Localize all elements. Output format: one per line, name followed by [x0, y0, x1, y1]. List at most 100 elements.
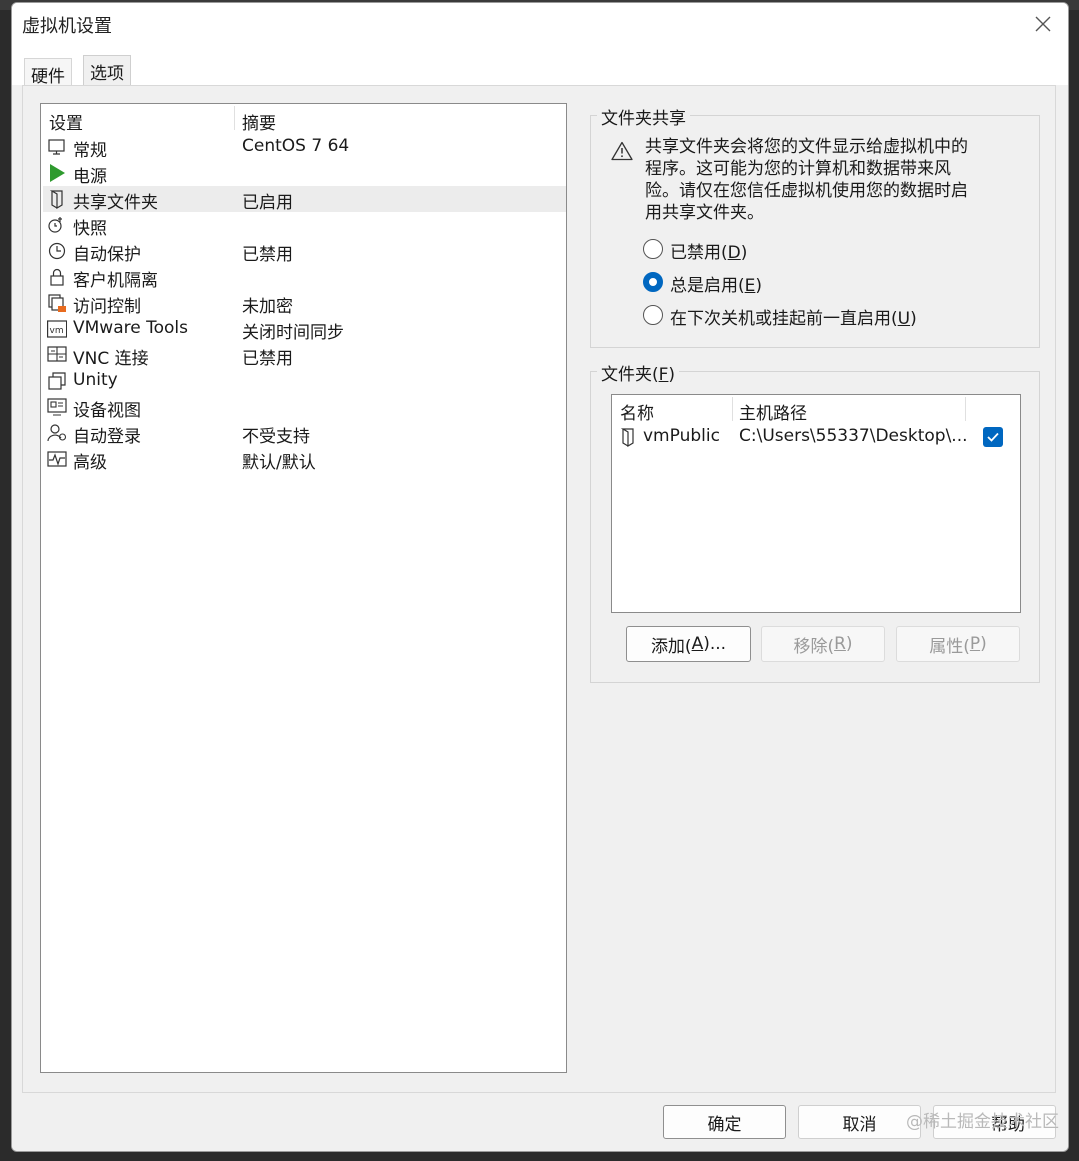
vnc-icon	[47, 346, 67, 362]
cancel-label: 取消	[842, 1114, 877, 1135]
folder-enabled-checkbox[interactable]	[983, 427, 1003, 447]
mnemonic-key: P	[969, 634, 981, 654]
setting-summary: 默认/默认	[242, 453, 316, 473]
button-suffix: )	[980, 634, 987, 654]
settings-row-device-view[interactable]: 设备视图	[43, 394, 566, 421]
setting-name: 共享文件夹	[73, 193, 158, 213]
column-header-setting: 设置	[49, 114, 83, 134]
list-header: 设置 摘要	[41, 104, 566, 134]
settings-list[interactable]: 设置 摘要 常规 CentOS 7 64 电源 共享文件夹 已启用 快照 自动保…	[40, 103, 567, 1073]
button-text: 添加(	[650, 636, 692, 657]
column-divider	[234, 106, 235, 130]
radio-button	[643, 305, 663, 325]
lock-icon	[50, 268, 64, 286]
settings-row-snapshots[interactable]: 快照	[43, 212, 566, 239]
folder-sharing-label: 文件夹共享	[597, 104, 690, 129]
option-text: 已禁用(	[670, 243, 728, 263]
ok-label: 确定	[707, 1114, 742, 1135]
add-folder-button[interactable]: 添加(A)...	[626, 626, 751, 662]
folder-properties-button[interactable]: 属性(P)	[896, 626, 1020, 662]
column-header-summary: 摘要	[242, 114, 276, 134]
settings-row-autoprotect[interactable]: 自动保护 已禁用	[43, 238, 566, 265]
settings-row-general[interactable]: 常规 CentOS 7 64	[43, 134, 566, 161]
cancel-button[interactable]: 取消	[798, 1105, 921, 1139]
access-control-icon	[48, 294, 66, 312]
window-title: 虚拟机设置	[22, 16, 112, 37]
setting-summary: 已启用	[242, 193, 293, 213]
folder-host-path: C:\Users\55337\Desktop\...	[739, 426, 968, 446]
setting-name: 电源	[73, 167, 107, 187]
option-suffix: )	[755, 276, 763, 296]
mnemonic-key: R	[834, 634, 846, 654]
setting-summary: 已禁用	[242, 245, 293, 265]
folder-table[interactable]: 名称 主机路径 vmPublic C:\Users\55337\Desktop\…	[611, 394, 1021, 613]
tab-options[interactable]: 选项	[83, 55, 131, 88]
radio-always-enabled-label: 总是启用(E)	[670, 271, 762, 296]
close-icon	[1035, 16, 1051, 32]
remove-folder-button[interactable]: 移除(R)	[761, 626, 885, 662]
setting-name: Unity	[73, 370, 118, 390]
settings-row-unity[interactable]: Unity	[43, 368, 566, 394]
tab-bar: 硬件 选项	[12, 45, 1068, 88]
settings-row-shared-folders[interactable]: 共享文件夹 已启用	[43, 186, 566, 213]
advanced-icon	[47, 451, 67, 467]
warning-icon	[611, 141, 633, 161]
setting-name: 常规	[73, 141, 107, 161]
mnemonic-key: F	[658, 365, 669, 385]
mnemonic-key: U	[897, 309, 911, 329]
radio-disabled-label: 已禁用(D)	[670, 238, 747, 263]
option-text: 总是启用(	[670, 276, 745, 296]
setting-summary: 已禁用	[242, 349, 293, 369]
mnemonic-key: A	[691, 634, 704, 654]
close-button[interactable]	[1018, 3, 1068, 45]
setting-name: 自动保护	[73, 245, 141, 265]
title-bar: 虚拟机设置	[12, 3, 1068, 45]
setting-name: VNC 连接	[73, 349, 149, 369]
snapshot-icon	[48, 217, 62, 233]
column-divider	[732, 397, 733, 421]
setting-name: VMware Tools	[73, 318, 188, 338]
folders-group: 文件夹(F) 名称 主机路径 vmPublic C:\Users\55337\D…	[590, 360, 1040, 683]
watermark: @稀土掘金技术社区	[906, 1112, 1059, 1132]
mnemonic-key: D	[727, 243, 741, 263]
vm-settings-dialog: 虚拟机设置 硬件 选项 设置 摘要 常规 CentOS 7 64 电源 共享文件…	[11, 2, 1069, 1152]
unity-icon	[48, 372, 66, 390]
ok-button[interactable]: 确定	[663, 1105, 786, 1139]
option-suffix: )	[910, 309, 917, 329]
tab-hardware[interactable]: 硬件	[24, 58, 72, 88]
button-text: 移除(	[793, 636, 835, 657]
folders-label: 文件夹(F)	[597, 360, 680, 385]
option-suffix: )	[740, 243, 748, 263]
vm-tools-icon: vm	[47, 320, 67, 338]
monitor-icon	[48, 139, 65, 155]
device-view-icon	[47, 398, 67, 416]
shared-folder-icon	[620, 428, 634, 447]
button-suffix: )...	[703, 634, 727, 654]
settings-row-vmware-tools[interactable]: vm VMware Tools 关闭时间同步	[43, 316, 566, 343]
setting-name: 访问控制	[73, 297, 141, 317]
settings-row-access-control[interactable]: 访问控制 未加密	[43, 290, 566, 317]
settings-row-advanced[interactable]: 高级 默认/默认	[43, 446, 566, 473]
option-text: 在下次关机或挂起前一直启用(	[670, 309, 898, 329]
button-text: 属性(	[929, 636, 970, 657]
folder-name: vmPublic	[643, 426, 720, 446]
folder-row[interactable]: vmPublic C:\Users\55337\Desktop\...	[613, 424, 1019, 450]
settings-row-autologin[interactable]: 自动登录 不受支持	[43, 420, 566, 447]
power-play-icon	[50, 164, 65, 182]
settings-row-isolation[interactable]: 客户机隔离	[43, 264, 566, 291]
checkmark-icon	[987, 432, 999, 442]
button-suffix: )	[845, 634, 853, 654]
radio-until-poweroff-label: 在下次关机或挂起前一直启用(U)	[670, 304, 917, 329]
setting-name: 设备视图	[73, 401, 141, 421]
setting-name: 高级	[73, 453, 107, 473]
sharing-warning-text: 共享文件夹会将您的文件显示给虚拟机中的程序。这可能为您的计算机和数据带来风险。请…	[645, 137, 968, 223]
setting-name: 自动登录	[73, 427, 141, 447]
radio-button	[643, 239, 663, 259]
radio-button-checked	[643, 272, 663, 292]
settings-row-power[interactable]: 电源	[43, 160, 566, 187]
setting-name: 客户机隔离	[73, 271, 158, 291]
shared-folder-icon	[49, 190, 63, 209]
settings-row-vnc[interactable]: VNC 连接 已禁用	[43, 342, 566, 369]
setting-summary: 不受支持	[242, 427, 310, 447]
setting-name: 快照	[73, 219, 107, 239]
